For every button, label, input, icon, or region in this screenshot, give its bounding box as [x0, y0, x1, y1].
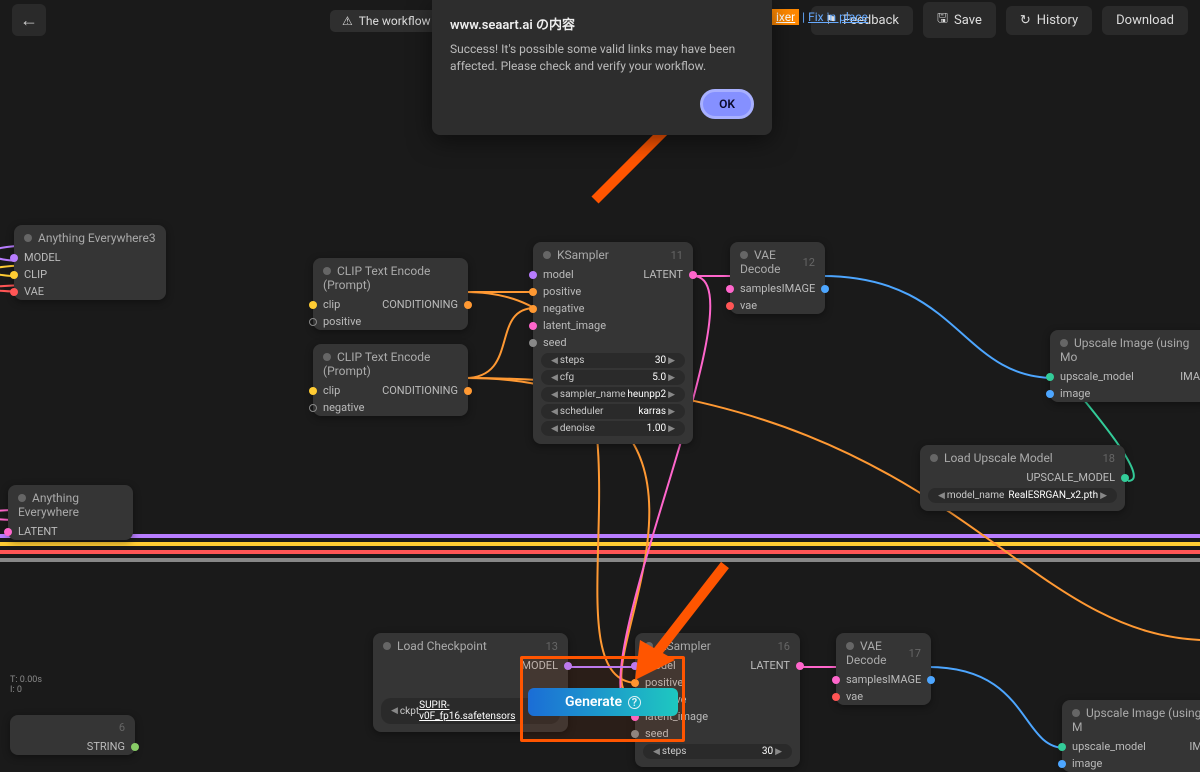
node-title: Anything Everywhere3: [38, 231, 156, 245]
port-label: IMAGE: [782, 282, 816, 295]
port-label: CONDITIONING: [382, 384, 458, 397]
port-label: upscale_model: [1072, 740, 1189, 753]
ok-button[interactable]: OK: [700, 89, 754, 119]
port-label: STRING: [87, 740, 125, 753]
port-label: latent_image: [543, 319, 683, 332]
node-index: 11: [671, 249, 683, 262]
save-button[interactable]: 🖫Save: [923, 2, 996, 38]
widget-model-name[interactable]: ◀model_nameRealESRGAN_x2.pth▶: [928, 488, 1117, 503]
port-label: negative: [323, 401, 458, 414]
dialog-message: Success! It's possible some valid links …: [450, 41, 754, 75]
node-upscale-image-2[interactable]: Upscale Image (using M upscale_modelIM i…: [1062, 700, 1200, 772]
history-icon: ↻: [1020, 13, 1031, 28]
node-vae-decode-17[interactable]: VAE Decode17 samplesIMAGE vae: [836, 633, 931, 705]
port-label: model: [543, 268, 643, 281]
port-label: samples: [846, 673, 888, 686]
node-clip-text-encode-1[interactable]: CLIP Text Encode (Prompt) clipCONDITIONI…: [313, 258, 468, 330]
save-icon: 🖫: [937, 9, 948, 31]
node-anything-everywhere[interactable]: Anything Everywhere LATENT: [8, 485, 133, 540]
port-label: LATENT: [750, 659, 790, 672]
port-label: IMAGE: [888, 673, 922, 686]
node-anything-everywhere3[interactable]: Anything Everywhere3 MODEL CLIP VAE: [14, 225, 166, 300]
port-label: vae: [846, 690, 921, 703]
node-6[interactable]: 6 STRING: [10, 715, 135, 755]
back-button[interactable]: ←: [12, 4, 46, 36]
fixer-link[interactable]: ixer: [772, 9, 799, 25]
dialog-title: www.seaart.ai の内容: [450, 14, 754, 33]
history-button[interactable]: ↻History: [1006, 6, 1092, 35]
download-button[interactable]: Download: [1102, 6, 1188, 35]
node-title: CLIP Text Encode (Prompt): [323, 350, 430, 378]
port-label: negative: [543, 302, 683, 315]
warning-icon: ⚠: [342, 14, 353, 28]
widget-scheduler[interactable]: ◀schedulerkarras▶: [541, 404, 685, 419]
node-title: CLIP Text Encode (Prompt): [323, 264, 430, 292]
fix-links: ixer | Fix in place: [772, 10, 868, 24]
port-label: IM: [1189, 740, 1200, 753]
port-label: LATENT: [18, 525, 123, 538]
port-label: CLIP: [24, 268, 156, 281]
node-title: KSampler: [557, 248, 609, 262]
node-ksampler-11[interactable]: KSampler 11 modelLATENT positive negative…: [533, 242, 693, 444]
node-title: Load Checkpoint: [397, 639, 487, 653]
node-index: 17: [909, 647, 921, 660]
node-index: 13: [546, 640, 558, 653]
port-label: image: [1072, 757, 1200, 770]
node-title: Upscale Image (using M: [1072, 706, 1200, 734]
generate-button[interactable]: Generate ?: [528, 688, 678, 716]
widget-steps[interactable]: ◀steps30▶: [541, 353, 685, 368]
widget-sampler[interactable]: ◀sampler_nameheunpp2▶: [541, 387, 685, 402]
node-load-upscale-model[interactable]: Load Upscale Model 18 UPSCALE_MODEL ◀mode…: [920, 445, 1125, 511]
generate-label: Generate: [565, 694, 622, 710]
port-label: positive: [543, 285, 683, 298]
node-title: Anything Everywhere: [18, 491, 79, 519]
help-icon: ?: [628, 696, 641, 709]
node-title: Load Upscale Model: [944, 451, 1053, 465]
port-label: IMA: [1180, 370, 1200, 383]
port-label: MODEL: [24, 251, 156, 264]
port-label: seed: [543, 336, 683, 349]
node-vae-decode-12[interactable]: VAE Decode12 samplesIMAGE vae: [730, 242, 825, 314]
port-label: positive: [323, 315, 458, 328]
port-label: clip: [323, 384, 382, 397]
port-label: image: [1060, 387, 1200, 400]
node-index: 12: [803, 256, 815, 269]
node-index: 18: [1103, 452, 1115, 465]
port-label: vae: [740, 299, 815, 312]
node-index: 16: [778, 640, 790, 653]
node-clip-text-encode-2[interactable]: CLIP Text Encode (Prompt) clipCONDITIONI…: [313, 344, 468, 416]
node-upscale-image[interactable]: Upscale Image (using Mo upscale_modelIMA…: [1050, 330, 1200, 402]
node-title: KSampler: [659, 639, 711, 653]
port-label: clip: [323, 298, 382, 311]
port-label: samples: [740, 282, 782, 295]
node-index: 6: [119, 721, 125, 734]
port-label: LATENT: [643, 268, 683, 281]
arrow-left-icon: ←: [20, 10, 38, 31]
widget-denoise[interactable]: ◀denoise1.00▶: [541, 421, 685, 436]
port-label: upscale_model: [1060, 370, 1180, 383]
widget-steps[interactable]: ◀steps30▶: [643, 744, 792, 759]
port-label: VAE: [24, 285, 156, 298]
alert-dialog: www.seaart.ai の内容 Success! It's possible…: [432, 0, 772, 135]
node-title: Upscale Image (using Mo: [1060, 336, 1189, 364]
stats: T: 0.00s I: 0: [10, 675, 42, 695]
widget-cfg[interactable]: ◀cfg5.0▶: [541, 370, 685, 385]
fix-in-place-link[interactable]: Fix in place: [808, 10, 868, 24]
port-label: UPSCALE_MODEL: [1026, 471, 1115, 484]
port-label: CONDITIONING: [382, 298, 458, 311]
